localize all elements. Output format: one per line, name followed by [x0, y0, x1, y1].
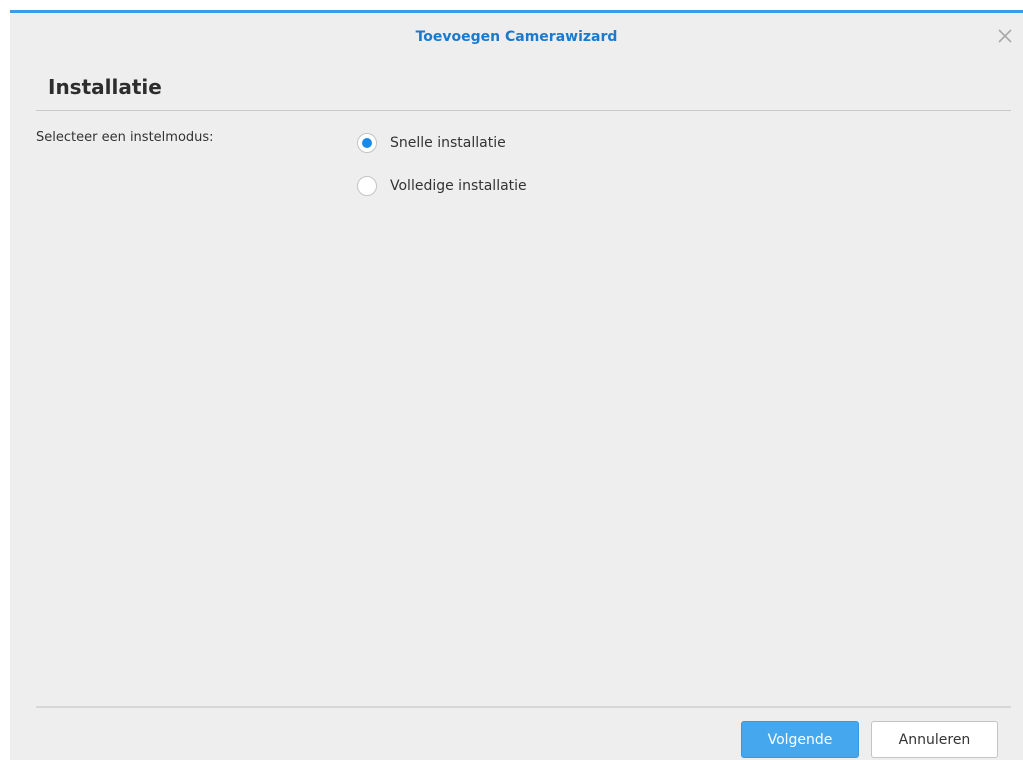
footer-divider: [36, 706, 1011, 708]
header-divider: [36, 110, 1011, 111]
radio-label-full-setup: Volledige installatie: [390, 178, 527, 194]
radio-quick-setup[interactable]: Snelle installatie: [357, 131, 506, 155]
setup-mode-label: Selecteer een instelmodus:: [36, 130, 214, 145]
radio-button-unchecked[interactable]: [357, 176, 377, 196]
page-title: Installatie: [48, 75, 162, 99]
next-button[interactable]: Volgende: [741, 721, 859, 758]
radio-label-quick-setup: Snelle installatie: [390, 135, 506, 151]
dialog-title: Toevoegen Camerawizard: [415, 29, 618, 45]
radio-full-setup[interactable]: Volledige installatie: [357, 174, 527, 198]
dialog-titlebar: Toevoegen Camerawizard: [10, 13, 1023, 59]
cancel-button[interactable]: Annuleren: [871, 721, 998, 758]
close-icon[interactable]: [996, 27, 1014, 45]
camera-wizard-dialog: Toevoegen Camerawizard Installatie Selec…: [10, 10, 1023, 760]
radio-button-checked[interactable]: [357, 133, 377, 153]
